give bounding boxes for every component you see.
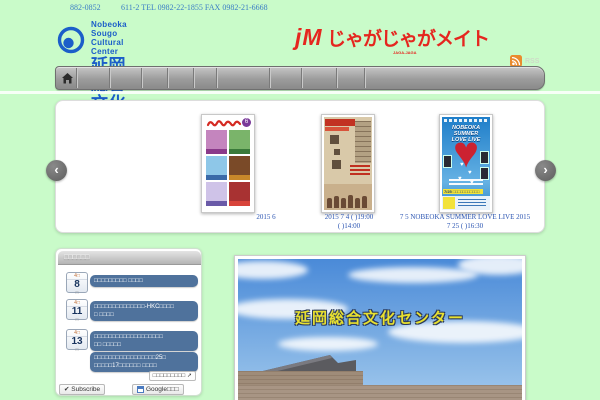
event-calendar-widget: □□□□□□ 4□ 8 □ □□□□□□□□□ □□□□ 4□ 11 □ □□□… <box>55 248 202 396</box>
nav-divider <box>301 68 303 88</box>
poster2-title-art <box>330 135 339 144</box>
poster1-photo-grid <box>206 130 250 208</box>
nav-divider <box>269 68 271 88</box>
nav-divider <box>167 68 169 88</box>
event-item[interactable]: □□□□□□□□□ □□□□ <box>90 275 198 287</box>
site-logo-icon <box>57 26 85 54</box>
building-wall <box>238 385 522 400</box>
nav-divider <box>193 68 195 88</box>
caption-slide-3[interactable]: 7 5 NOBEOKA SUMMER LOVE LIVE 2015 7 25 (… <box>386 213 544 231</box>
nav-divider <box>336 68 338 88</box>
badge-dow: □ <box>75 317 79 322</box>
jagajaga-subtext: JAGA-JAGA <box>393 50 417 55</box>
poster1-tile <box>206 130 227 154</box>
calendar-more-link[interactable]: □□□□□□□□□ ➚ <box>148 371 196 381</box>
poster3-date-banner: 7/25 □□□□□□□□□□□ <box>443 189 483 194</box>
poster2-cast-photo <box>324 184 372 210</box>
poster2-text-block <box>350 165 370 177</box>
nav-divider <box>76 68 78 88</box>
poster2-building-photo <box>355 121 371 163</box>
photo-title: 延岡総合文化センター <box>294 310 465 327</box>
poster1-tile <box>229 182 250 206</box>
rss-label: RSS <box>525 57 540 65</box>
poster-hotaru-no-koro[interactable] <box>321 114 375 213</box>
event-item[interactable]: □□□□□□□□□□□□□□-HKC□□□□ □ □□□□ <box>90 301 198 321</box>
poster3-artist-photo <box>443 155 452 168</box>
nav-divider <box>109 68 111 88</box>
main-photo: 延岡総合文化センター <box>238 259 522 400</box>
badge-dow: □ <box>75 347 79 352</box>
poster3-topline <box>444 119 488 122</box>
cloud-art <box>348 267 478 283</box>
event-date-badge[interactable]: 4□ 8 □ <box>66 272 88 295</box>
poster3-artist-photo <box>480 151 489 164</box>
badge-day: 11 <box>71 306 83 317</box>
calendar-widget-header: □□□□□□ <box>58 251 201 265</box>
site-subtitle: Nobeoka Sougo Cultural Center <box>91 20 127 56</box>
home-icon[interactable] <box>61 72 74 85</box>
main-nav <box>55 66 545 90</box>
event-date-badge[interactable]: 4□ 11 □ <box>66 299 88 322</box>
poster1-tile <box>206 182 227 206</box>
poster-summer-love-live[interactable]: NOBEOKA SUMMER LOVE LIVE ♥♥♥♥♥ 7/25 □□□□… <box>439 114 493 213</box>
poster2-title-art <box>334 149 340 155</box>
event-item[interactable]: □□□□□□□□□□□□□□□□□□□ □□ □□□□□ <box>90 331 198 351</box>
main-photo-frame: 延岡総合文化センター <box>234 255 526 400</box>
carousel-prev-button[interactable]: ‹ <box>46 160 67 181</box>
jagajaga-mate-logo[interactable]: jM じゃがじゃがメイト JAGA-JAGA <box>295 24 490 55</box>
poster3-caption-lines <box>449 179 483 187</box>
badge-day: 8 <box>74 279 80 290</box>
badge-dow: □ <box>75 290 79 295</box>
address-bar: 882-0852 611-2 TEL 0982-22-1855 FAX 0982… <box>0 3 600 14</box>
google-calendar-label: Google□□□ <box>146 386 179 393</box>
google-calendar-icon <box>137 386 144 393</box>
address-contact: 611-2 TEL 0982-22-1855 FAX 0982-21-6668 <box>121 3 268 12</box>
poster1-tile <box>206 156 227 180</box>
postal-code: 882-0852 <box>70 3 101 12</box>
poster1-title-art <box>206 120 242 127</box>
poster3-footer-text <box>458 199 486 207</box>
subscribe-button[interactable]: ✔ Subscribe <box>59 384 106 395</box>
cloud-art <box>238 261 308 279</box>
badge-day: 13 <box>71 336 83 347</box>
event-date-badge[interactable]: 4□ 13 □ <box>66 329 88 352</box>
poster1-tile <box>229 156 250 180</box>
poster1-issue-badge: 6 <box>242 118 251 127</box>
poster2-title-art <box>332 160 341 169</box>
nav-divider <box>141 68 143 88</box>
carousel-next-button[interactable]: › <box>535 160 556 181</box>
poster-jagajaga-mail[interactable]: 6 <box>201 114 255 213</box>
event-carousel: ‹ › 6 NOBEOKA SUMMER LOVE LIVE ♥ ♥ ♥ 7/2… <box>46 100 556 233</box>
event-item[interactable]: □□□□□□□□□□□□□□□□□25□ □□□□□17□□□□□□ □□□□ <box>90 352 198 372</box>
page: 882-0852 611-2 TEL 0982-22-1855 FAX 0982… <box>0 0 600 400</box>
nav-divider <box>216 68 218 88</box>
poster1-tile <box>229 130 250 154</box>
poster2-banner <box>325 119 355 126</box>
poster3-footer <box>442 196 490 210</box>
google-calendar-button[interactable]: Google□□□ <box>132 384 184 395</box>
jagajaga-prefix: jM <box>295 24 323 50</box>
poster2-banner2 <box>325 127 349 131</box>
content-top-divider <box>0 91 600 94</box>
nav-divider <box>364 68 366 88</box>
poster3-yellow-box <box>443 197 455 209</box>
jagajaga-text: じゃがじゃがメイト <box>327 29 490 50</box>
